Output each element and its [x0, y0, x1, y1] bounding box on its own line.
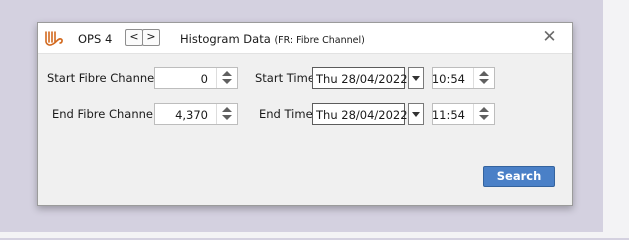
end-date-field[interactable]: Thu 28/04/2022	[312, 103, 408, 125]
increment-icon[interactable]	[222, 71, 232, 76]
decrement-icon[interactable]	[222, 115, 232, 120]
decrement-icon[interactable]	[479, 115, 489, 120]
window-subtitle: (FR: Fibre Channel)	[274, 35, 365, 46]
increment-icon[interactable]	[479, 107, 489, 112]
start-time-label: Start Time	[255, 71, 315, 85]
start-fibre-channel-spinner[interactable]: 0	[154, 67, 238, 89]
increment-icon[interactable]	[222, 107, 232, 112]
forward-button[interactable]: >	[142, 29, 160, 46]
spinner-arrows[interactable]	[216, 104, 237, 124]
end-fibre-channel-label: End Fibre Channel	[52, 107, 157, 121]
window-title-text: Histogram Data	[180, 32, 271, 46]
start-date-field[interactable]: Thu 28/04/2022	[312, 67, 408, 89]
ops-logo-icon	[45, 31, 63, 46]
decrement-icon[interactable]	[222, 79, 232, 84]
window-title: Histogram Data (FR: Fibre Channel)	[180, 32, 365, 46]
background-panel	[603, 0, 629, 238]
spinner-arrows[interactable]	[473, 104, 494, 124]
end-time-spinner[interactable]: 11:54	[432, 103, 495, 125]
histogram-data-dialog: OPS 4 < > Histogram Data (FR: Fibre Chan…	[37, 22, 573, 206]
end-date-value[interactable]: Thu 28/04/2022	[316, 108, 408, 122]
start-fibre-channel-label: Start Fibre Channel	[47, 71, 158, 85]
close-icon[interactable]: ✕	[541, 29, 558, 46]
increment-icon[interactable]	[479, 71, 489, 76]
start-date-dropdown-button[interactable]	[408, 67, 424, 89]
end-time-label: End Time	[259, 107, 313, 121]
chevron-down-icon	[412, 112, 420, 117]
background-panel-bottom	[0, 232, 629, 238]
start-time-value[interactable]: 10:54	[432, 72, 465, 86]
end-fibre-channel-value[interactable]: 4,370	[175, 108, 208, 122]
chevron-down-icon	[412, 76, 420, 81]
start-fibre-channel-value[interactable]: 0	[201, 72, 208, 86]
start-time-spinner[interactable]: 10:54	[432, 67, 495, 89]
app-name: OPS 4	[78, 32, 113, 46]
decrement-icon[interactable]	[479, 79, 489, 84]
search-button[interactable]: Search	[483, 166, 555, 187]
start-date-value[interactable]: Thu 28/04/2022	[316, 72, 408, 86]
back-button[interactable]: <	[125, 29, 143, 46]
spinner-arrows[interactable]	[473, 68, 494, 88]
end-date-dropdown-button[interactable]	[408, 103, 424, 125]
title-bar: OPS 4 < > Histogram Data (FR: Fibre Chan…	[38, 23, 572, 54]
end-fibre-channel-spinner[interactable]: 4,370	[154, 103, 238, 125]
end-time-value[interactable]: 11:54	[432, 108, 465, 122]
spinner-arrows[interactable]	[216, 68, 237, 88]
